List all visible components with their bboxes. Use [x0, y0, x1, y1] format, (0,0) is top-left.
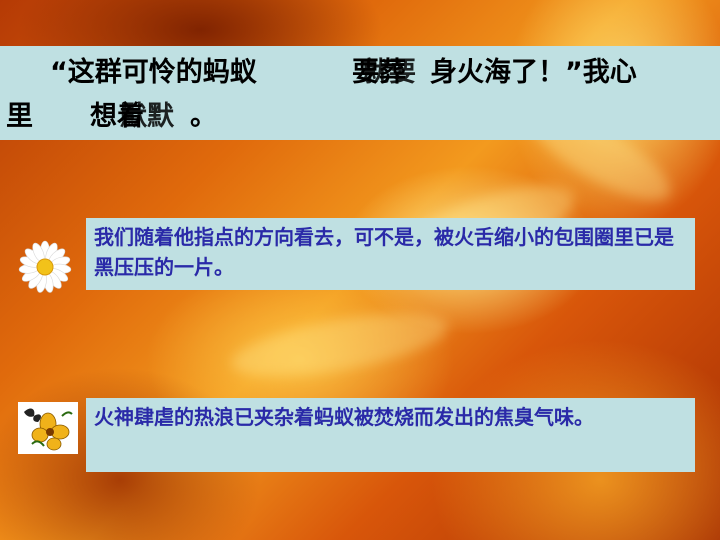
title-box: “这群可怜的蚂蚁 要葬 就要 身火海了！”我心 里 想着 默默 。 [0, 46, 720, 140]
title-line1-overlap-b: 就要 [362, 57, 416, 88]
title-line2-end: 。 [190, 101, 217, 132]
title-line2-overlap-b: 默默 [120, 101, 174, 132]
passage-box-1: 我们随着他指点的方向看去，可不是，被火舌缩小的包围圈里已是黑压压的一片。 [86, 218, 695, 290]
butterfly-flower-icon [18, 402, 78, 454]
title-line1-end: 身火海了！”我心 [430, 57, 637, 88]
title-line1-start: “这群可怜的蚂蚁 [50, 57, 257, 88]
passage-1-text: 我们随着他指点的方向看去，可不是，被火舌缩小的包围圈里已是黑压压的一片。 [94, 225, 674, 279]
passage-2-text: 火神肆虐的热浪已夹杂着蚂蚁被焚烧而发出的焦臭气味。 [94, 405, 594, 429]
passage-box-2: 火神肆虐的热浪已夹杂着蚂蚁被焚烧而发出的焦臭气味。 [86, 398, 695, 472]
daisy-icon [18, 240, 72, 294]
title-line2-start: 里 [6, 101, 33, 132]
